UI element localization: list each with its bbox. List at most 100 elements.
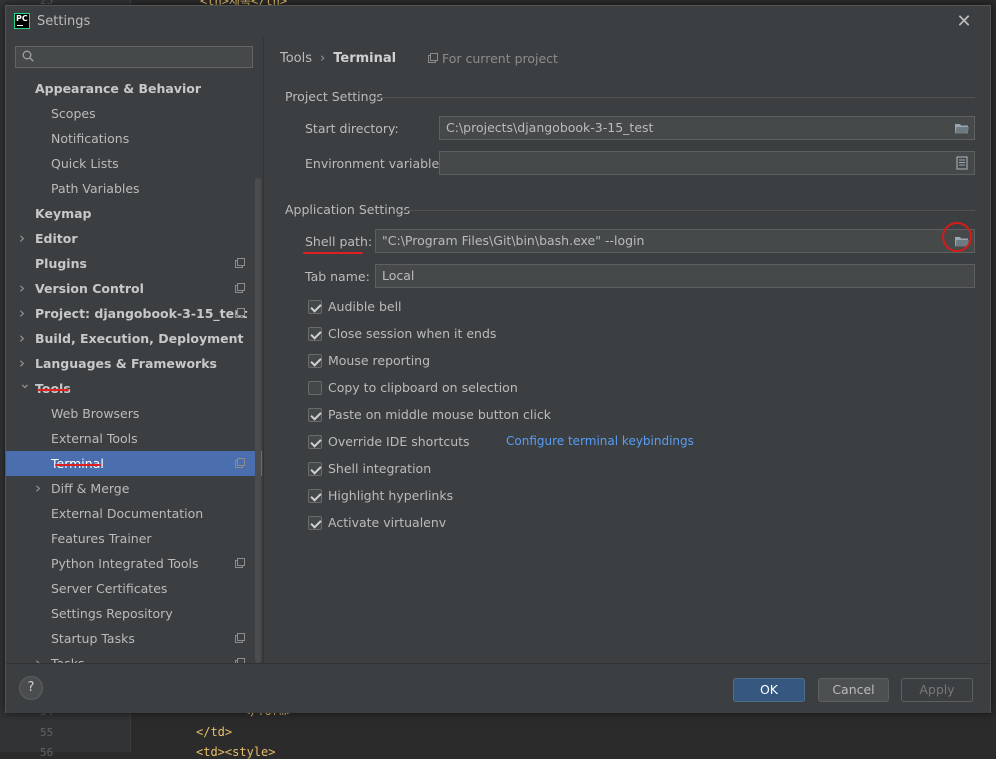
- tree-item[interactable]: Keymap: [6, 201, 262, 226]
- tree-item-label: Editor: [35, 231, 78, 246]
- tree-item[interactable]: › Languages & Frameworks: [6, 351, 262, 376]
- tree-item[interactable]: Appearance & Behavior: [6, 76, 262, 101]
- tree-item[interactable]: Startup Tasks: [6, 626, 262, 651]
- tree-item[interactable]: External Documentation: [6, 501, 262, 526]
- document-icon[interactable]: [954, 156, 970, 170]
- tree-item[interactable]: Notifications: [6, 126, 262, 151]
- tree-item[interactable]: › Diff & Merge: [6, 476, 262, 501]
- close-icon[interactable]: ✕: [954, 12, 974, 32]
- help-button[interactable]: ?: [19, 676, 43, 700]
- terminal-settings-panel: Tools › Terminal For current project Proje…: [264, 38, 990, 663]
- annotation-underline: [55, 464, 101, 466]
- checkbox-row[interactable]: Override IDE shortcuts Configure terminal…: [308, 433, 694, 453]
- checkbox-label: Audible bell: [328, 299, 402, 314]
- cancel-button[interactable]: Cancel: [818, 678, 889, 702]
- pycharm-logo-icon: PC: [14, 13, 30, 29]
- tree-item[interactable]: Terminal: [6, 451, 262, 476]
- project-scope-icon: [235, 458, 245, 468]
- code-line: <td><style>: [196, 745, 276, 759]
- tree-item-label: Python Integrated Tools: [51, 556, 199, 571]
- start-directory-value: C:\projects\djangobook-3-15_test: [446, 120, 654, 135]
- checkbox[interactable]: [308, 300, 322, 314]
- project-scope-icon: [235, 283, 245, 293]
- tree-item-label: Notifications: [51, 131, 130, 146]
- tree-item-label: Languages & Frameworks: [35, 356, 217, 371]
- checkbox-row[interactable]: Audible bell: [308, 298, 688, 318]
- tree-item[interactable]: Web Browsers: [6, 401, 262, 426]
- tab-name-label: Tab name:: [305, 269, 370, 284]
- chevron-down-icon[interactable]: ⌄: [19, 372, 31, 397]
- checkbox[interactable]: [308, 435, 322, 449]
- folder-icon[interactable]: [954, 121, 970, 135]
- project-scope-icon: [428, 53, 438, 63]
- chevron-right-icon[interactable]: ›: [19, 276, 25, 301]
- section-divider: [399, 210, 975, 211]
- breadcrumb-terminal: Terminal: [333, 51, 397, 66]
- breadcrumb: Tools › Terminal: [280, 51, 396, 66]
- line-number: 56: [40, 746, 54, 759]
- tree-item-label: Tasks: [51, 651, 85, 663]
- checkbox[interactable]: [308, 462, 322, 476]
- tree-item-label: Plugins: [35, 256, 87, 271]
- start-directory-field[interactable]: C:\projects\djangobook-3-15_test: [439, 116, 975, 140]
- tree-item[interactable]: Path Variables: [6, 176, 262, 201]
- checkbox-row[interactable]: Highlight hyperlinks: [308, 487, 688, 507]
- checkbox[interactable]: [308, 354, 322, 368]
- title-bar: PC Settings ✕: [6, 6, 990, 38]
- section-project-settings: Project Settings: [285, 89, 384, 104]
- project-scope-icon: [235, 558, 245, 568]
- checkbox-label: Copy to clipboard on selection: [328, 380, 518, 395]
- tree-item[interactable]: › Project: djangobook-3-15_test: [6, 301, 262, 326]
- tree-item[interactable]: Server Certificates: [6, 576, 262, 601]
- tree-item[interactable]: Python Integrated Tools: [6, 551, 262, 576]
- checkbox-row[interactable]: Paste on middle mouse button click: [308, 406, 688, 426]
- tab-name-field[interactable]: Local: [375, 264, 975, 288]
- checkbox[interactable]: [308, 381, 322, 395]
- tree-item[interactable]: › Build, Execution, Deployment: [6, 326, 262, 351]
- chevron-right-icon[interactable]: ›: [19, 226, 25, 251]
- checkbox-row[interactable]: Mouse reporting: [308, 352, 688, 372]
- tree-item-label: Build, Execution, Deployment: [35, 331, 244, 346]
- tree-item[interactable]: Settings Repository: [6, 601, 262, 626]
- code-line: </td>: [196, 725, 233, 739]
- breadcrumb-tools[interactable]: Tools: [280, 51, 312, 66]
- checkbox[interactable]: [308, 408, 322, 422]
- annotation-circle: [942, 222, 972, 252]
- project-scope-icon: [235, 633, 245, 643]
- tree-item[interactable]: Plugins: [6, 251, 262, 276]
- shell-path-field[interactable]: "C:\Program Files\Git\bin\bash.exe" --lo…: [375, 229, 975, 253]
- settings-dialog: PC Settings ✕ Appearance & Behavior Scope…: [5, 5, 991, 713]
- checkbox[interactable]: [308, 516, 322, 530]
- tree-item[interactable]: External Tools: [6, 426, 262, 451]
- tree-item[interactable]: › Tasks: [6, 651, 262, 663]
- checkbox-row[interactable]: Shell integration: [308, 460, 688, 480]
- tree-item-label: Server Certificates: [51, 581, 168, 596]
- tree-item-label: Startup Tasks: [51, 631, 135, 646]
- checkbox[interactable]: [308, 327, 322, 341]
- checkbox-row[interactable]: Copy to clipboard on selection: [308, 379, 688, 399]
- sidebar-scrollbar[interactable]: [255, 178, 261, 663]
- tree-item[interactable]: Quick Lists: [6, 151, 262, 176]
- env-vars-label: Environment variables:: [305, 156, 450, 171]
- tree-item-label: Version Control: [35, 281, 144, 296]
- configure-keybindings-link[interactable]: Configure terminal keybindings: [506, 434, 694, 448]
- chevron-right-icon[interactable]: ›: [35, 476, 41, 501]
- chevron-right-icon[interactable]: ›: [19, 326, 25, 351]
- annotation-underline: [37, 389, 69, 391]
- tree-item-label: Path Variables: [51, 181, 140, 196]
- tree-item[interactable]: Scopes: [6, 101, 262, 126]
- chevron-right-icon[interactable]: ›: [19, 301, 25, 326]
- chevron-right-icon[interactable]: ›: [35, 651, 41, 663]
- env-vars-field[interactable]: [439, 151, 975, 175]
- search-input[interactable]: [15, 46, 253, 68]
- checkbox-label: Mouse reporting: [328, 353, 431, 368]
- apply-button[interactable]: Apply: [901, 678, 973, 702]
- ok-button[interactable]: OK: [733, 678, 805, 702]
- checkbox[interactable]: [308, 489, 322, 503]
- tree-item[interactable]: › Editor: [6, 226, 262, 251]
- breadcrumb-separator: ›: [320, 51, 326, 66]
- tree-item[interactable]: › Version Control: [6, 276, 262, 301]
- tree-item[interactable]: Features Trainer: [6, 526, 262, 551]
- checkbox-row[interactable]: Close session when it ends: [308, 325, 688, 345]
- checkbox-row[interactable]: Activate virtualenv: [308, 514, 688, 534]
